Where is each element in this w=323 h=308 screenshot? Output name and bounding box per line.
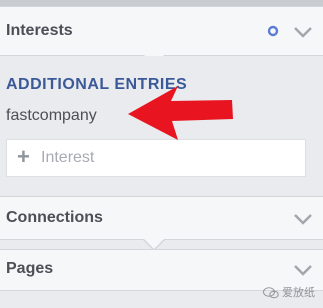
connections-section-header[interactable]: Connections (0, 196, 323, 240)
connections-notch-inner (143, 238, 165, 249)
pages-title: Pages (6, 260, 54, 277)
wechat-watermark-icon (262, 287, 279, 299)
chevron-down-icon[interactable] (293, 212, 313, 226)
chevron-down-icon[interactable] (293, 263, 313, 277)
watermark-text: 爱放纸 (282, 287, 315, 299)
connections-title: Connections (6, 209, 103, 226)
wechat-watermark: 爱放纸 (262, 284, 315, 300)
